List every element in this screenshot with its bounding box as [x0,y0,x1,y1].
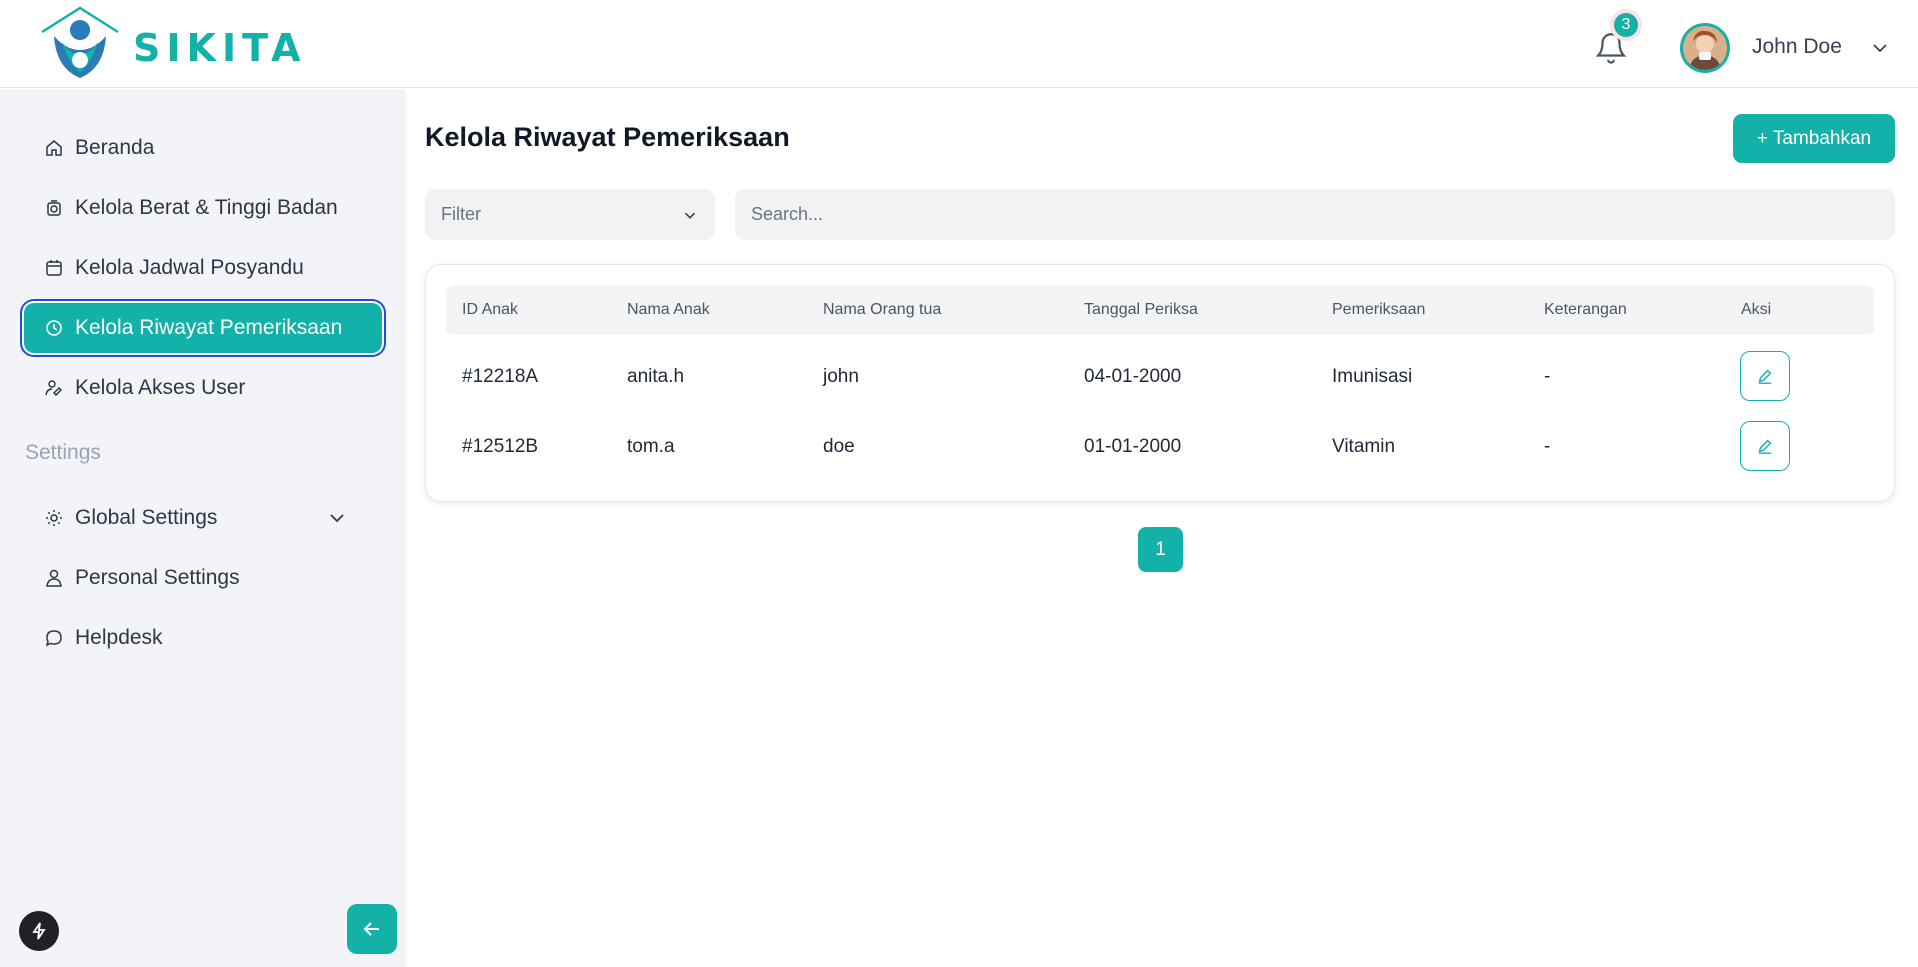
column-header: Nama Orang tua [823,301,942,318]
sidebar-item-riwayat-pemeriksaan[interactable]: Kelola Riwayat Pemeriksaan [24,303,382,353]
edit-button[interactable] [1740,421,1790,471]
sidebar-item-label: Global Settings [75,506,218,529]
avatar-image [1683,26,1727,70]
weight-scale-icon [47,200,61,216]
column-header: ID Anak [462,301,519,318]
cell-tanggal-periksa: 04-01-2000 [1084,366,1182,387]
gear-icon [46,510,62,526]
pencil-icon [1758,369,1772,384]
cell-keterangan: - [1544,436,1551,457]
sidebar-item-berat-tinggi[interactable]: Kelola Berat & Tinggi Badan [24,183,382,233]
riwayat-table: ID Anak Nama Anak Nama Orang tua Tanggal… [425,264,1895,502]
user-edit-icon [45,380,63,397]
user-name[interactable]: John Doe [1752,35,1842,59]
notification-count-badge: 3 [1614,13,1638,37]
edit-button[interactable] [1740,351,1790,401]
home-icon [46,140,62,156]
sidebar-item-akses-user[interactable]: Kelola Akses User [24,363,382,413]
sidebar-item-label: Kelola Riwayat Pemeriksaan [75,316,343,339]
sidebar-item-label: Helpdesk [75,626,163,649]
sidebar-item-label: Personal Settings [75,566,240,589]
filter-select[interactable]: Filter [425,189,715,240]
sidebar-item-label: Kelola Berat & Tinggi Badan [75,196,338,219]
sidebar-item-personal-settings[interactable]: Personal Settings [24,553,382,603]
cell-nama-anak: anita.h [627,366,685,387]
brand-name: SIKITA [133,26,307,70]
calendar-icon [46,260,62,276]
cell-pemeriksaan: Vitamin [1332,436,1396,457]
sikita-logo [41,6,119,78]
cell-id-anak: #12218A [462,366,539,387]
chevron-down-icon [684,212,696,219]
column-header: Tanggal Periksa [1084,301,1198,318]
sidebar-item-jadwal-posyandu[interactable]: Kelola Jadwal Posyandu [24,243,382,293]
pencil-icon [1758,439,1772,454]
filter-label: Filter [441,204,481,224]
chat-bubble-icon [45,630,62,647]
sidebar-item-beranda[interactable]: Beranda [24,123,382,173]
sidebar-item-label: Kelola Akses User [75,376,246,399]
sidebar-item-label: Beranda [75,136,155,159]
settings-section-label: Settings [25,441,101,464]
cell-nama-orang-tua: john [823,366,859,387]
clock-history-icon [46,320,62,336]
lightning-bolt-button[interactable] [19,911,59,951]
arrow-left-icon [363,922,379,936]
user-icon [46,569,62,587]
cell-keterangan: - [1544,366,1551,387]
cell-id-anak: #12512B [462,436,539,457]
cell-nama-anak: tom.a [627,436,675,457]
column-header: Keterangan [1544,301,1627,318]
sidebar: Beranda Kelola Berat & Tinggi Badan Kelo… [0,89,406,967]
sidebar-item-global-settings[interactable]: Global Settings [24,493,382,543]
collapse-sidebar-button[interactable] [347,904,397,954]
pagination-page-button[interactable]: 1 [1138,527,1183,572]
add-button[interactable]: + Tambahkan [1733,114,1895,163]
sidebar-item-label: Kelola Jadwal Posyandu [75,256,304,279]
chevron-down-icon[interactable] [1870,38,1890,58]
sidebar-item-helpdesk[interactable]: Helpdesk [24,613,382,663]
top-header: SIKITA 3 John Doe [0,0,1918,88]
column-header: Aksi [1741,301,1772,318]
table-header: ID Anak Nama Anak Nama Orang tua Tanggal… [446,285,1874,335]
chevron-down-icon[interactable] [327,508,347,528]
cell-nama-orang-tua: doe [823,436,855,457]
avatar[interactable] [1680,23,1730,73]
page-title: Kelola Riwayat Pemeriksaan [425,122,790,152]
search-input[interactable] [735,189,1895,240]
lightning-icon [32,922,46,940]
cell-tanggal-periksa: 01-01-2000 [1084,436,1182,457]
cell-pemeriksaan: Imunisasi [1332,366,1413,387]
column-header: Nama Anak [627,301,710,318]
column-header: Pemeriksaan [1332,301,1426,318]
